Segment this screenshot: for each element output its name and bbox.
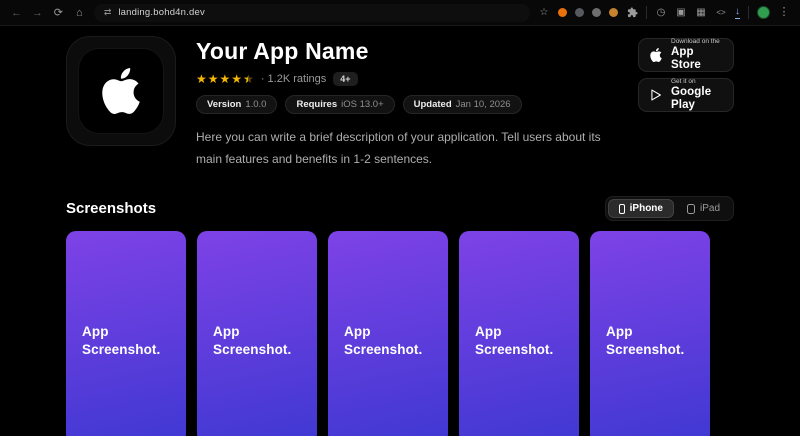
age-rating-badge: 4+	[333, 72, 357, 86]
screenshots-row: App Screenshot. App Screenshot. App Scre…	[66, 231, 734, 436]
profile-avatar[interactable]	[757, 6, 770, 19]
app-meta-row: Version 1.0.0 Requires iOS 13.0+ Updated…	[196, 95, 618, 114]
extension-icon-1[interactable]	[558, 8, 567, 17]
device-toggle: iPhone iPad	[605, 196, 734, 221]
apps-grid-icon[interactable]: ▦	[695, 7, 707, 19]
store-label: App Store	[671, 46, 723, 72]
star-icon: ★	[196, 73, 207, 85]
apple-logo-icon	[649, 48, 663, 62]
rating-row: ★ ★ ★ ★ ★★ · 1.2K ratings 4+	[196, 72, 618, 86]
screenshot-label: App Screenshot.	[82, 323, 174, 359]
star-icon: ★	[208, 73, 219, 85]
google-play-button[interactable]: Get it on Google Play	[638, 78, 734, 112]
app-title: Your App Name	[196, 38, 618, 65]
apple-logo-icon	[79, 49, 163, 133]
toolbar-right: ☆ ◷ ▣ ▦ <> ↓ ⋮	[538, 6, 790, 19]
extensions-puzzle-icon[interactable]	[626, 7, 638, 19]
extension-icon-2[interactable]	[575, 8, 584, 17]
site-info-icon[interactable]: ⇄	[104, 7, 112, 18]
store-label: Google Play	[671, 86, 723, 112]
screenshot-label: App Screenshot.	[475, 323, 567, 359]
screenshot-label: App Screenshot.	[344, 323, 436, 359]
ratings-count: · 1.2K ratings	[261, 73, 326, 85]
play-triangle-icon	[649, 88, 663, 102]
star-icon: ★	[220, 73, 231, 85]
extension-icon-4[interactable]	[609, 8, 618, 17]
screenshots-title: Screenshots	[66, 200, 156, 217]
screenshot-card[interactable]: App Screenshot.	[66, 231, 186, 436]
downloads-icon[interactable]: ↓	[735, 7, 740, 19]
app-landing-page: Your App Name ★ ★ ★ ★ ★★ · 1.2K ratings …	[0, 26, 800, 436]
address-bar[interactable]: ⇄ landing.bohd4n.dev	[94, 4, 530, 22]
back-icon[interactable]: ←	[10, 7, 23, 19]
home-icon[interactable]: ⌂	[73, 7, 86, 19]
url-text: landing.bohd4n.dev	[118, 7, 205, 18]
ipad-icon	[687, 204, 695, 214]
extension-icon-3[interactable]	[592, 8, 601, 17]
screenshot-label: App Screenshot.	[606, 323, 698, 359]
app-store-button[interactable]: Download on the App Store	[638, 38, 734, 72]
screenshot-card[interactable]: App Screenshot.	[197, 231, 317, 436]
history-icon[interactable]: ◷	[655, 7, 667, 19]
requires-pill: Requires iOS 13.0+	[285, 95, 394, 114]
toolbar-divider	[748, 6, 749, 19]
bookmark-icon[interactable]: ☆	[538, 7, 550, 19]
menu-kebab-icon[interactable]: ⋮	[778, 7, 790, 19]
store-eyebrow: Download on the	[671, 38, 723, 45]
reload-icon[interactable]: ⟳	[52, 6, 65, 19]
screenshots-header: Screenshots iPhone iPad	[66, 196, 734, 221]
app-header: Your App Name ★ ★ ★ ★ ★★ · 1.2K ratings …	[66, 36, 734, 170]
toggle-ipad[interactable]: iPad	[676, 199, 731, 218]
toolbar-divider	[646, 6, 647, 19]
side-panel-icon[interactable]: ▣	[675, 7, 687, 19]
iphone-icon	[619, 204, 625, 214]
star-rating: ★ ★ ★ ★ ★★	[196, 73, 254, 85]
version-pill: Version 1.0.0	[196, 95, 277, 114]
app-description: Here you can write a brief description o…	[196, 127, 618, 170]
updated-pill: Updated Jan 10, 2026	[403, 95, 522, 114]
toggle-iphone[interactable]: iPhone	[608, 199, 674, 218]
half-star-icon: ★★	[243, 73, 254, 85]
store-eyebrow: Get it on	[671, 78, 723, 85]
screenshot-card[interactable]: App Screenshot.	[328, 231, 448, 436]
browser-toolbar: ← → ⟳ ⌂ ⇄ landing.bohd4n.dev ☆ ◷ ▣ ▦ <> …	[0, 0, 800, 26]
screenshot-card[interactable]: App Screenshot.	[459, 231, 579, 436]
screenshot-label: App Screenshot.	[213, 323, 305, 359]
star-icon: ★	[231, 73, 242, 85]
store-buttons: Download on the App Store Get it on Goog…	[638, 38, 734, 170]
screenshot-card[interactable]: App Screenshot.	[590, 231, 710, 436]
app-info: Your App Name ★ ★ ★ ★ ★★ · 1.2K ratings …	[196, 36, 618, 170]
devtools-code-icon[interactable]: <>	[715, 7, 727, 19]
forward-icon[interactable]: →	[31, 7, 44, 19]
app-icon-card	[66, 36, 176, 146]
